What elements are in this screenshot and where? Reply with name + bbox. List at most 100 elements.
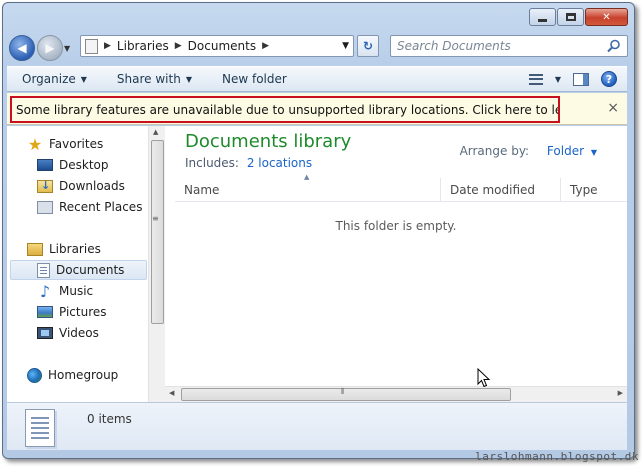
scroll-right-icon[interactable]: ▶ [618, 389, 623, 397]
nav-homegroup-label: Homegroup [48, 368, 119, 382]
info-bar-close-icon[interactable]: × [607, 100, 619, 116]
column-header-date-modified[interactable]: Date modified [440, 178, 560, 202]
videos-icon [37, 327, 53, 339]
nav-pictures[interactable]: Pictures [37, 302, 107, 322]
nav-music-label: Music [59, 284, 94, 298]
maximize-button[interactable] [557, 8, 584, 26]
locations-link[interactable]: 2 locations [247, 156, 312, 170]
content-area: ★ Favorites Desktop Downloads Recent Pla… [7, 126, 627, 402]
recent-pages-dropdown[interactable]: ▼ [64, 44, 70, 53]
nav-downloads[interactable]: Downloads [37, 176, 125, 196]
nav-recent-places[interactable]: Recent Places [37, 197, 142, 217]
new-folder-button[interactable]: New folder [207, 67, 302, 91]
view-options-chevron-icon[interactable]: ▼ [555, 75, 561, 84]
nav-pane-scrollbar[interactable]: ▲ ≡ [148, 126, 165, 402]
back-button[interactable]: ◀ [9, 35, 35, 61]
horizontal-scroll-thumb[interactable] [181, 388, 511, 401]
library-title: Documents library [185, 131, 352, 152]
change-view-icon[interactable] [528, 73, 543, 85]
nav-pictures-label: Pictures [59, 305, 107, 319]
scroll-grip-icon: ≡ [152, 214, 159, 223]
organize-menu[interactable]: Organize ▼ [7, 67, 102, 91]
forward-arrow-icon: ▶ [45, 41, 55, 55]
documents-library-icon [25, 409, 55, 447]
chevron-down-icon: ▼ [185, 74, 192, 84]
info-bar-message[interactable]: Some library features are unavailable du… [10, 96, 560, 123]
desktop-icon [37, 159, 53, 171]
nav-desktop-label: Desktop [59, 158, 109, 172]
breadcrumb-libraries[interactable]: Libraries [117, 39, 169, 53]
star-icon: ★ [27, 134, 43, 154]
breadcrumb-separator-icon[interactable]: ▶ [262, 41, 269, 51]
scroll-left-icon[interactable]: ◀ [169, 389, 174, 397]
item-count: 0 items [87, 412, 132, 426]
breadcrumb-separator-icon[interactable]: ▶ [104, 41, 111, 51]
close-icon: ✕ [602, 11, 611, 23]
share-with-menu[interactable]: Share with ▼ [102, 67, 207, 91]
includes-label: Includes: [185, 156, 239, 170]
organize-label: Organize [22, 72, 76, 86]
arrange-by-label: Arrange by: [459, 144, 530, 158]
folder-icon [85, 38, 98, 54]
minimize-button[interactable] [529, 8, 556, 26]
horizontal-scrollbar[interactable]: ◀ ⦀ ▶ [165, 386, 627, 402]
preview-pane-icon[interactable] [573, 72, 589, 86]
column-header-name[interactable]: Name [175, 178, 440, 202]
info-bar: Some library features are unavailable du… [7, 93, 627, 125]
nav-recent-places-label: Recent Places [59, 200, 143, 214]
nav-downloads-label: Downloads [59, 179, 125, 193]
breadcrumb-documents[interactable]: Documents [188, 39, 256, 53]
nav-documents[interactable]: Documents [10, 260, 147, 280]
column-header-type[interactable]: Type [560, 178, 627, 202]
close-button[interactable]: ✕ [585, 8, 628, 26]
nav-videos[interactable]: Videos [37, 323, 99, 343]
music-icon: ♪ [39, 281, 51, 301]
nav-music[interactable]: ♪ Music [37, 281, 93, 301]
nav-homegroup[interactable]: Homegroup [27, 365, 118, 385]
address-dropdown-icon[interactable]: ▼ [342, 41, 349, 51]
downloads-icon [37, 179, 53, 193]
help-icon[interactable]: ? [601, 71, 617, 87]
scroll-grip-icon: ⦀ [341, 387, 345, 396]
maximize-icon [565, 13, 576, 21]
scroll-up-icon[interactable]: ▲ [153, 128, 158, 136]
refresh-icon: ↻ [362, 39, 374, 53]
caption-buttons: ✕ [529, 8, 628, 26]
file-list-pane: Documents library Includes: 2 locations … [165, 126, 627, 386]
chevron-down-icon[interactable]: ▼ [591, 148, 597, 157]
search-icon[interactable] [607, 39, 621, 53]
documents-icon [37, 262, 50, 278]
info-bar-text: Some library features are unavailable du… [16, 102, 558, 117]
refresh-button[interactable]: ↻ [357, 35, 379, 57]
empty-folder-message: This folder is empty. [335, 219, 457, 233]
search-input[interactable]: Search Documents [390, 35, 628, 57]
navigation-pane: ★ Favorites Desktop Downloads Recent Pla… [7, 126, 148, 402]
watermark-text: larslohmann.blogspot.dk [475, 450, 639, 463]
address-bar[interactable]: ▶ Libraries ▶ Documents ▶ ▼ [80, 35, 354, 57]
new-folder-label: New folder [221, 72, 287, 86]
nav-scroll-thumb[interactable] [151, 140, 164, 324]
command-bar: Organize ▼ Share with ▼ New folder ▼ ? [7, 66, 627, 92]
nav-libraries[interactable]: Libraries [27, 239, 101, 259]
nav-favorites[interactable]: ★ Favorites [27, 134, 103, 154]
nav-videos-label: Videos [59, 326, 99, 340]
search-placeholder: Search Documents [397, 39, 511, 53]
nav-documents-label: Documents [56, 263, 125, 277]
arrange-by-dropdown[interactable]: Folder [547, 144, 584, 158]
screenshot-frame: ✕ ◀ ▶ ▼ ▶ Libraries ▶ Documents ▶ ▼ ↻ Se… [0, 0, 643, 469]
arrange-by: Arrange by: Folder ▼ [460, 144, 597, 158]
chevron-down-icon: ▼ [80, 74, 87, 84]
recent-places-icon [37, 200, 53, 214]
libraries-icon [27, 242, 43, 256]
column-headers: ▲ Name Date modified Type [175, 173, 627, 202]
minimize-icon [538, 18, 547, 22]
nav-favorites-label: Favorites [49, 137, 104, 151]
homegroup-icon [27, 367, 42, 383]
mouse-pointer-icon [477, 368, 491, 388]
nav-desktop[interactable]: Desktop [37, 155, 109, 175]
forward-button[interactable]: ▶ [37, 35, 63, 61]
details-pane: 0 items [7, 402, 627, 450]
back-arrow-icon: ◀ [17, 41, 27, 55]
breadcrumb-separator-icon[interactable]: ▶ [175, 41, 182, 51]
toolbar-right: ▼ ? [528, 71, 627, 87]
